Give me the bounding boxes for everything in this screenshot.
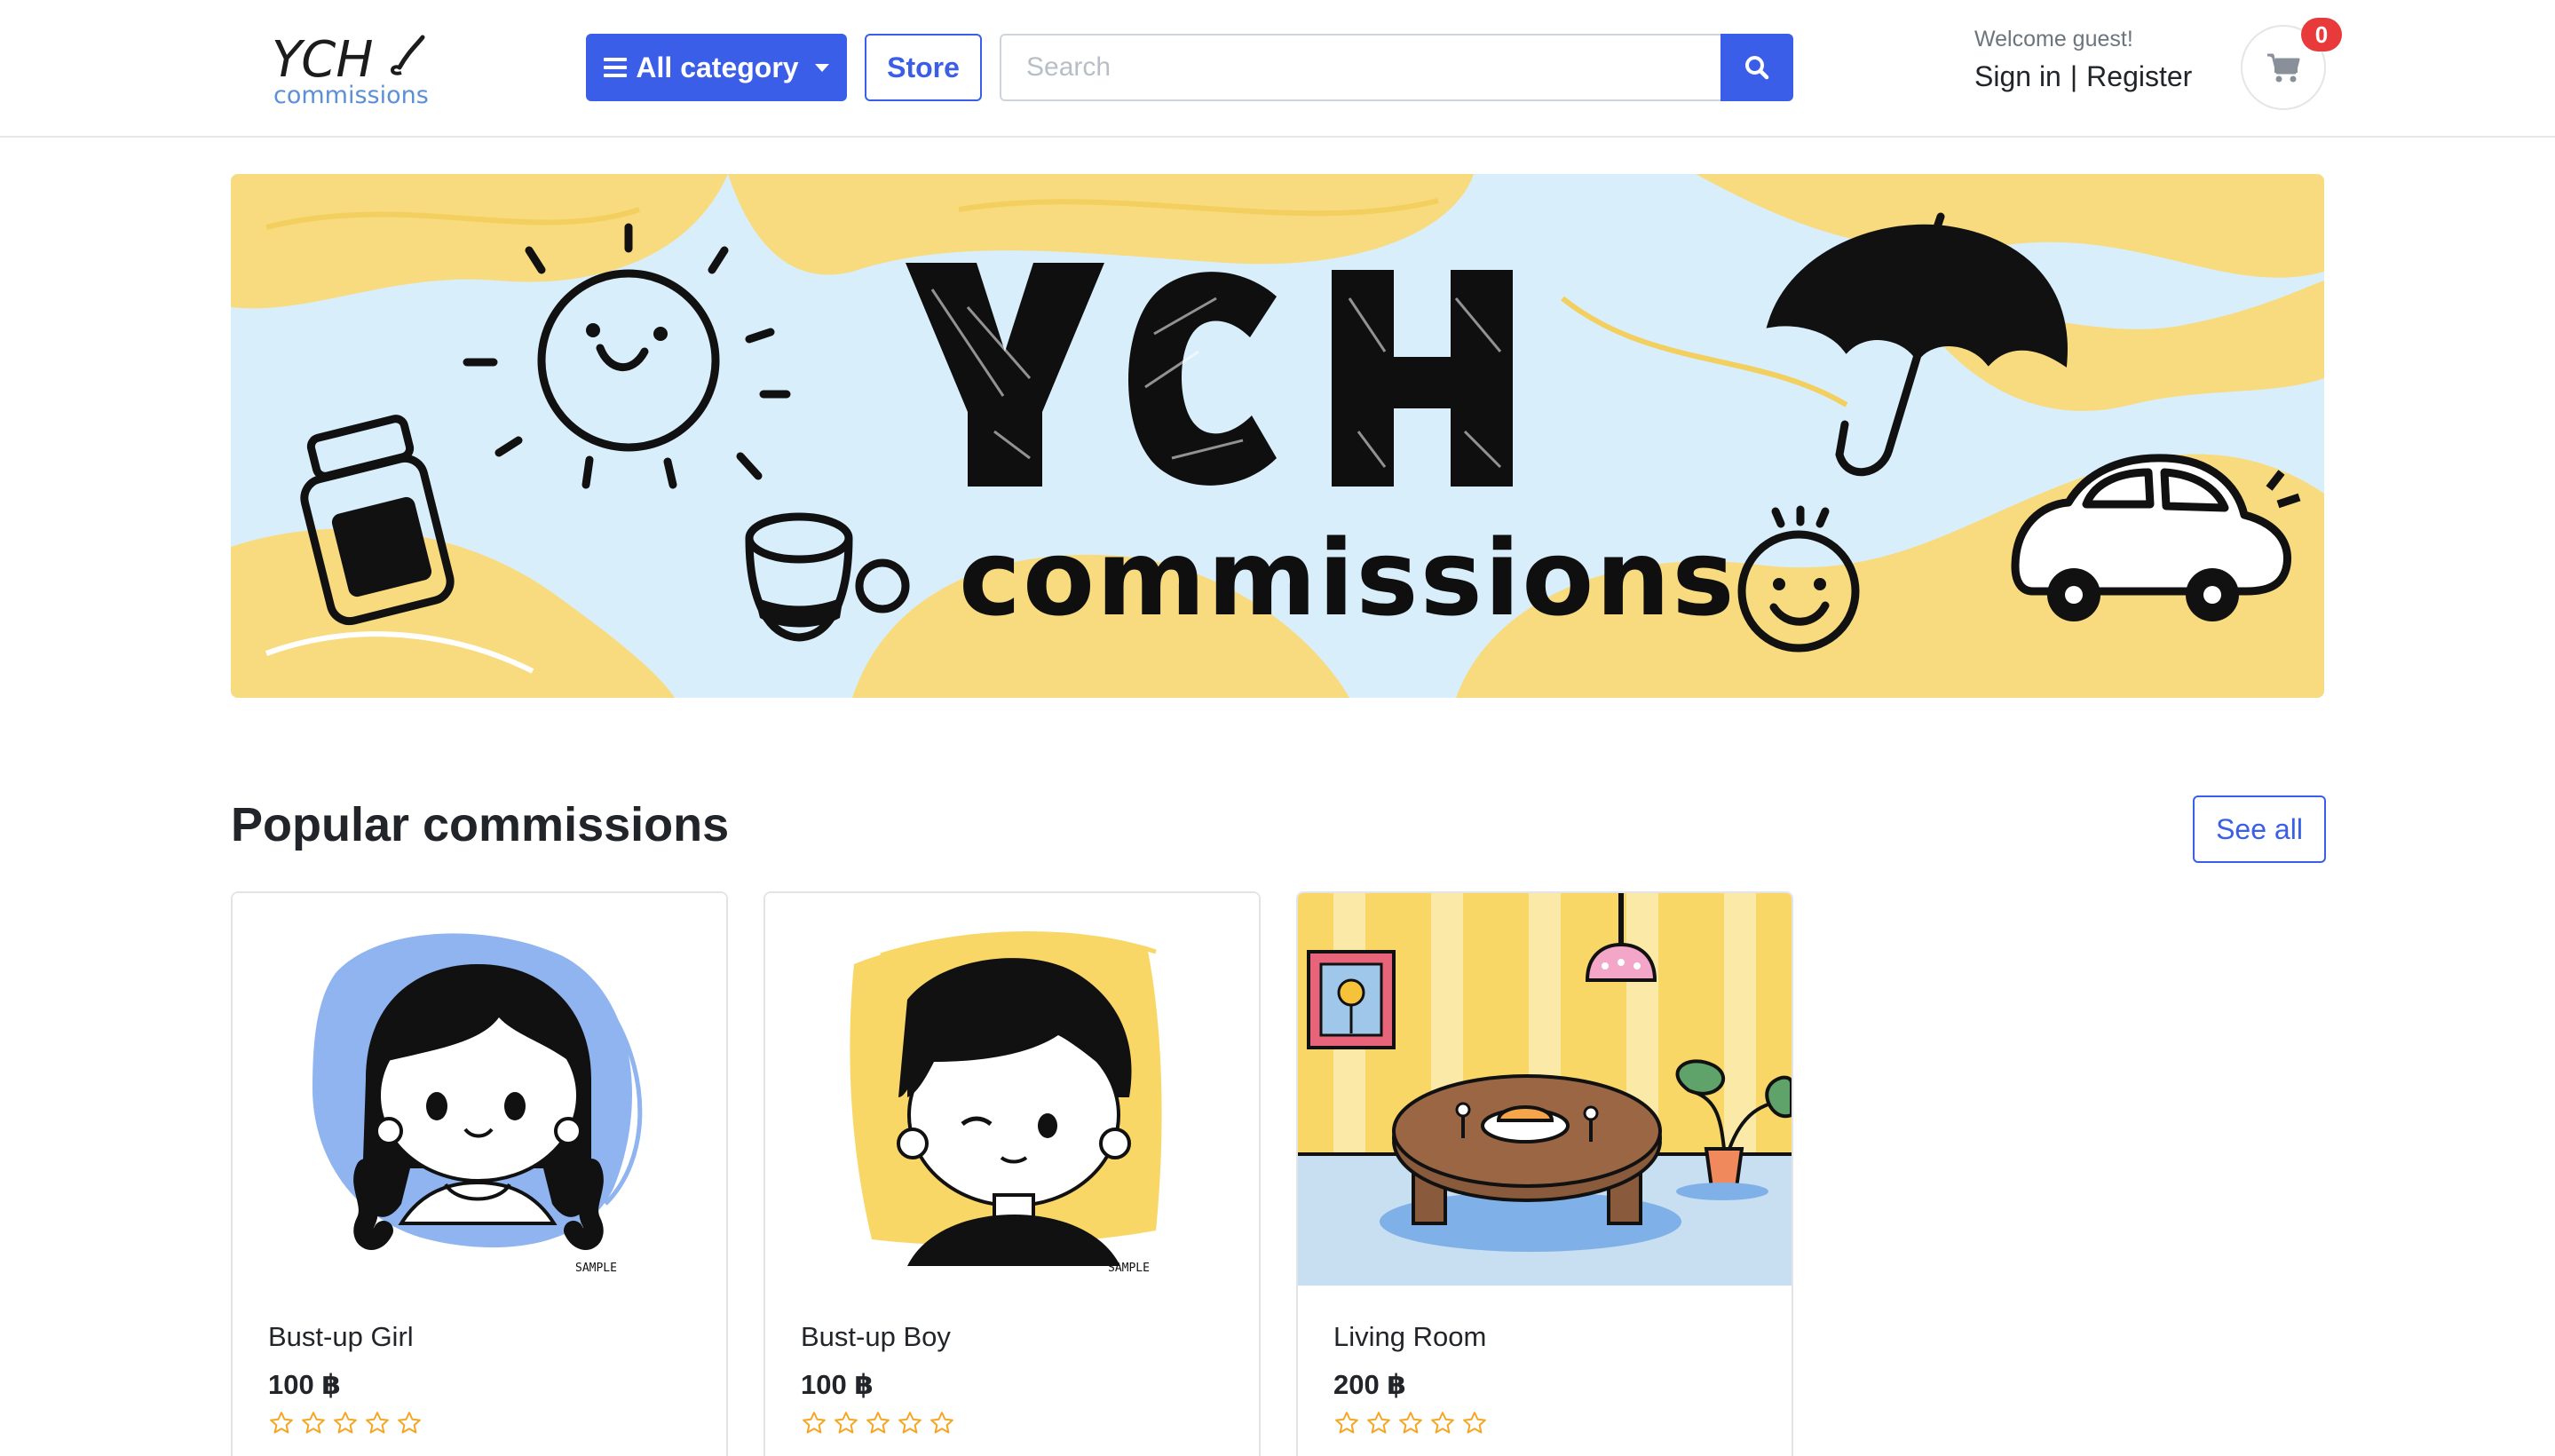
star-outline-icon <box>866 1412 890 1434</box>
hero-banner[interactable]: commissions <box>231 174 2324 698</box>
product-card[interactable]: SAMPLE Bust-up Boy 100 ฿ <box>763 891 1261 1456</box>
star-outline-icon <box>1399 1412 1422 1434</box>
star-outline-icon <box>1463 1412 1486 1434</box>
all-category-label: All category <box>636 51 799 83</box>
star-outline-icon <box>1367 1412 1390 1434</box>
sample-watermark: SAMPLE <box>1108 1262 1150 1275</box>
banner-illustration: commissions <box>231 174 2324 698</box>
welcome-text: Welcome guest! <box>1974 27 2133 51</box>
caret-down-icon <box>814 63 829 72</box>
star-outline-icon <box>930 1412 953 1434</box>
sign-in-link[interactable]: Sign in <box>1974 60 2061 93</box>
star-outline-icon <box>835 1412 858 1434</box>
product-price: 200 ฿ <box>1333 1369 1406 1400</box>
banner-subtitle: commissions <box>959 517 1736 639</box>
sample-watermark: SAMPLE <box>575 1262 617 1275</box>
star-outline-icon <box>898 1412 922 1434</box>
product-price: 100 ฿ <box>268 1369 341 1400</box>
product-name[interactable]: Bust-up Boy <box>801 1321 951 1353</box>
shopping-cart-icon <box>2267 53 2300 83</box>
store-button[interactable]: Store <box>865 34 982 101</box>
see-all-button[interactable]: See all <box>2193 795 2326 863</box>
star-outline-icon <box>398 1412 421 1434</box>
logo-main-text: YCH <box>272 31 373 89</box>
star-outline-icon <box>270 1412 293 1434</box>
star-outline-icon <box>366 1412 389 1434</box>
product-price: 100 ฿ <box>801 1369 874 1400</box>
search-button[interactable] <box>1720 34 1793 101</box>
cart-count-badge: 0 <box>2301 18 2342 51</box>
product-image <box>1298 893 1792 1286</box>
star-outline-icon <box>1335 1412 1358 1434</box>
menu-icon <box>604 58 628 77</box>
search-icon <box>1745 56 1769 80</box>
top-navbar: YCH commissions All category Store Welco… <box>0 0 2555 138</box>
site-logo[interactable]: YCH commissions <box>266 25 453 114</box>
rating-stars <box>801 1410 955 1436</box>
product-card[interactable]: SAMPLE Bust-up Girl 100 ฿ <box>231 891 728 1456</box>
product-image: SAMPLE <box>233 893 726 1286</box>
all-category-dropdown[interactable]: All category <box>586 34 847 101</box>
product-card[interactable]: Living Room 200 ฿ <box>1296 891 1793 1456</box>
star-outline-icon <box>334 1412 357 1434</box>
product-name[interactable]: Living Room <box>1333 1321 1486 1353</box>
star-outline-icon <box>302 1412 325 1434</box>
product-image: SAMPLE <box>765 893 1259 1286</box>
star-outline-icon <box>1431 1412 1454 1434</box>
search-input[interactable] <box>1000 34 1720 101</box>
rating-stars <box>268 1410 423 1436</box>
register-link[interactable]: Register <box>2086 60 2192 93</box>
product-name[interactable]: Bust-up Girl <box>268 1321 414 1353</box>
rating-stars <box>1333 1410 1488 1436</box>
star-outline-icon <box>803 1412 826 1434</box>
section-title: Popular commissions <box>231 798 730 851</box>
auth-separator: | <box>2069 60 2078 92</box>
logo-sub-text: commissions <box>273 82 429 109</box>
auth-links: Sign in | Register <box>1974 60 2192 93</box>
